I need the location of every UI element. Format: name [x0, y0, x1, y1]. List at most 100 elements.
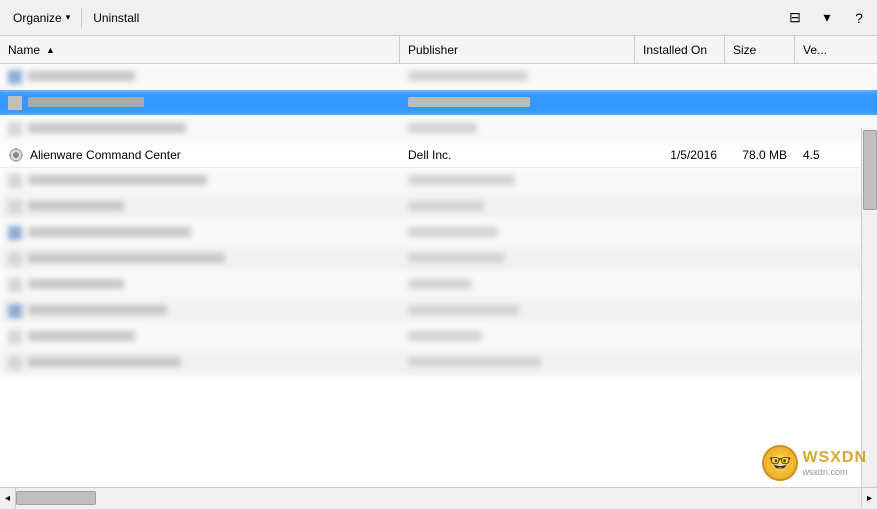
view-dropdown-button[interactable]: ▾ [813, 4, 841, 32]
list-row-7[interactable] [0, 246, 877, 272]
row-name-cell [0, 252, 400, 266]
list-row-8[interactable] [0, 272, 877, 298]
help-button[interactable]: ? [845, 4, 873, 32]
list-row-9[interactable] [0, 298, 877, 324]
blur-icon [8, 174, 22, 188]
row-publisher-cell [400, 330, 635, 344]
col-publisher-label: Publisher [408, 43, 458, 57]
blur-icon [8, 252, 22, 266]
list-area: Alienware Command Center Dell Inc.1/5/201… [0, 64, 877, 487]
row-name-cell [0, 330, 400, 344]
blur-icon [8, 96, 22, 110]
uninstall-button[interactable]: Uninstall [84, 6, 148, 30]
view-dropdown-chevron: ▾ [823, 9, 830, 26]
organize-button[interactable]: Organize ▾ [4, 6, 79, 30]
row-publisher-cell [400, 252, 635, 266]
row-publisher-cell: Dell Inc. [400, 148, 635, 162]
watermark-emoji: 🤓 [769, 453, 791, 474]
row-name-text: Alienware Command Center [30, 148, 181, 162]
left-arrow-icon: ◂ [5, 493, 10, 504]
row-name-cell [0, 122, 400, 136]
list-row-4[interactable] [0, 168, 877, 194]
list-row-0[interactable] [0, 64, 877, 90]
toolbar-right: ⊟ ▾ ? [781, 4, 873, 32]
blur-icon [8, 226, 22, 240]
col-installed-on-label: Installed On [643, 43, 707, 57]
view-button[interactable]: ⊟ [781, 4, 809, 32]
row-installed-on-cell: 1/5/2016 [635, 148, 725, 162]
scrollbar-thumb[interactable] [863, 130, 877, 210]
col-name-label: Name [8, 43, 40, 57]
list-row-2[interactable] [0, 116, 877, 142]
blur-icon [8, 278, 22, 292]
row-publisher-cell [400, 356, 635, 370]
col-installed-on-header[interactable]: Installed On [635, 36, 725, 63]
list-row-1[interactable] [0, 90, 877, 116]
help-icon: ? [855, 10, 863, 26]
row-name-cell [0, 174, 400, 188]
list-row-10[interactable] [0, 324, 877, 350]
col-publisher-header[interactable]: Publisher [400, 36, 635, 63]
row-publisher-cell [400, 96, 635, 110]
row-publisher-cell [400, 226, 635, 240]
blur-icon [8, 356, 22, 370]
row-name-text [28, 278, 124, 292]
h-scroll-right-button[interactable]: ▸ [861, 488, 877, 509]
row-name-cell [0, 356, 400, 370]
watermark: 🤓 WSXDN wsxdn.com [762, 445, 867, 481]
row-publisher-cell [400, 278, 635, 292]
row-publisher-cell [400, 174, 635, 188]
right-arrow-icon: ▸ [867, 493, 872, 504]
row-name-cell [0, 304, 400, 318]
row-name-text [28, 96, 144, 110]
col-version-label: Ve... [803, 43, 827, 57]
blur-icon [8, 122, 22, 136]
row-name-cell [0, 70, 400, 84]
row-name-text [28, 356, 181, 370]
col-size-label: Size [733, 43, 756, 57]
list-row-11[interactable] [0, 350, 877, 376]
blur-icon [8, 200, 22, 214]
row-name-cell: Alienware Command Center [0, 147, 400, 163]
column-header: Name ▲ Publisher Installed On Size Ve... [0, 36, 877, 64]
bottom-scrollbar: ◂ ▸ [0, 487, 877, 509]
row-name-text [28, 226, 191, 240]
row-name-text [28, 200, 124, 214]
h-scroll-left-button[interactable]: ◂ [0, 488, 16, 509]
organize-label: Organize [13, 11, 62, 25]
list-row-3[interactable]: Alienware Command Center Dell Inc.1/5/201… [0, 142, 877, 168]
col-version-header[interactable]: Ve... [795, 36, 877, 63]
toolbar: Organize ▾ Uninstall ⊟ ▾ ? [0, 0, 877, 36]
blur-icon [8, 330, 22, 344]
blur-icon [8, 70, 22, 84]
col-name-header[interactable]: Name ▲ [0, 36, 400, 63]
row-name-cell [0, 96, 400, 110]
watermark-text-block: WSXDN wsxdn.com [802, 449, 867, 477]
view-icon: ⊟ [789, 9, 801, 26]
row-name-cell [0, 278, 400, 292]
row-name-text [28, 70, 135, 84]
app-icon [8, 147, 24, 163]
h-scroll-track[interactable] [16, 488, 861, 509]
h-scroll-thumb[interactable] [16, 491, 96, 505]
list-row-6[interactable] [0, 220, 877, 246]
blur-icon [8, 304, 22, 318]
watermark-subtitle: wsxdn.com [802, 467, 867, 477]
uninstall-label: Uninstall [93, 11, 139, 25]
row-name-cell [0, 200, 400, 214]
row-name-text [28, 122, 186, 136]
watermark-icon: 🤓 [762, 445, 798, 481]
row-publisher-cell [400, 122, 635, 136]
row-name-text [28, 330, 135, 344]
vertical-scrollbar[interactable] [861, 128, 877, 487]
row-name-cell [0, 226, 400, 240]
toolbar-separator [81, 8, 82, 28]
row-publisher-cell [400, 304, 635, 318]
list-row-5[interactable] [0, 194, 877, 220]
organize-chevron: ▾ [66, 12, 71, 23]
watermark-title: WSXDN [802, 449, 867, 467]
col-size-header[interactable]: Size [725, 36, 795, 63]
row-name-text [28, 304, 167, 318]
row-name-text [28, 174, 207, 188]
sort-indicator: ▲ [46, 45, 55, 55]
